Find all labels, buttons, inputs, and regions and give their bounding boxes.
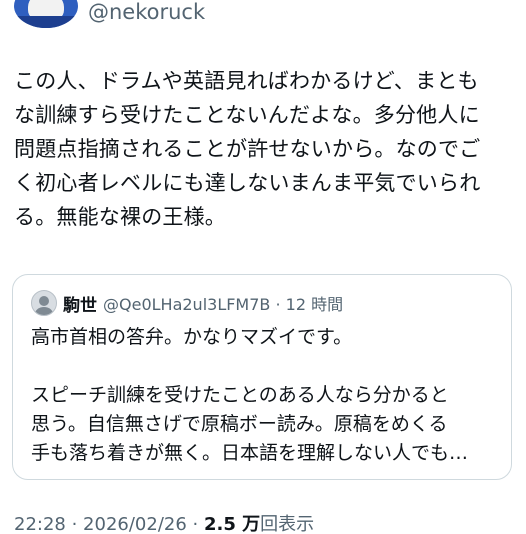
views-label: 回表示: [260, 514, 315, 534]
views-count: 2.5 万: [203, 514, 261, 534]
quoted-tweet-text: 高市首相の答弁。かなりマズイです。 スピーチ訓練を受けたことのある人なら分かると…: [31, 326, 469, 464]
quoted-tweet-card[interactable]: 駒世 @Qe0LHa2ul3LFM7B · 12 時間 高市首相の答弁。かなりマ…: [12, 274, 512, 480]
tweet-timestamp[interactable]: 22:28 · 2026/02/26 ·: [14, 514, 204, 534]
tweet-meta: 22:28 · 2026/02/26 · 2.5 万回表示: [14, 512, 314, 534]
quoted-author-handle-time: @Qe0LHa2ul3LFM7B · 12 時間: [103, 295, 344, 314]
quoted-author-name[interactable]: 駒世: [63, 291, 97, 316]
avatar-background-stripe: [14, 16, 78, 28]
quoted-author-avatar[interactable]: [31, 290, 57, 316]
author-avatar[interactable]: [14, 0, 78, 28]
tweet-text: この人、ドラムや英語見ればわかるけど、まとも な訓練すら受けたことないんだよな。…: [14, 69, 481, 229]
quoted-tweet-header: 駒世 @Qe0LHa2ul3LFM7B · 12 時間: [31, 289, 343, 317]
author-handle[interactable]: @nekoruck: [88, 0, 205, 26]
